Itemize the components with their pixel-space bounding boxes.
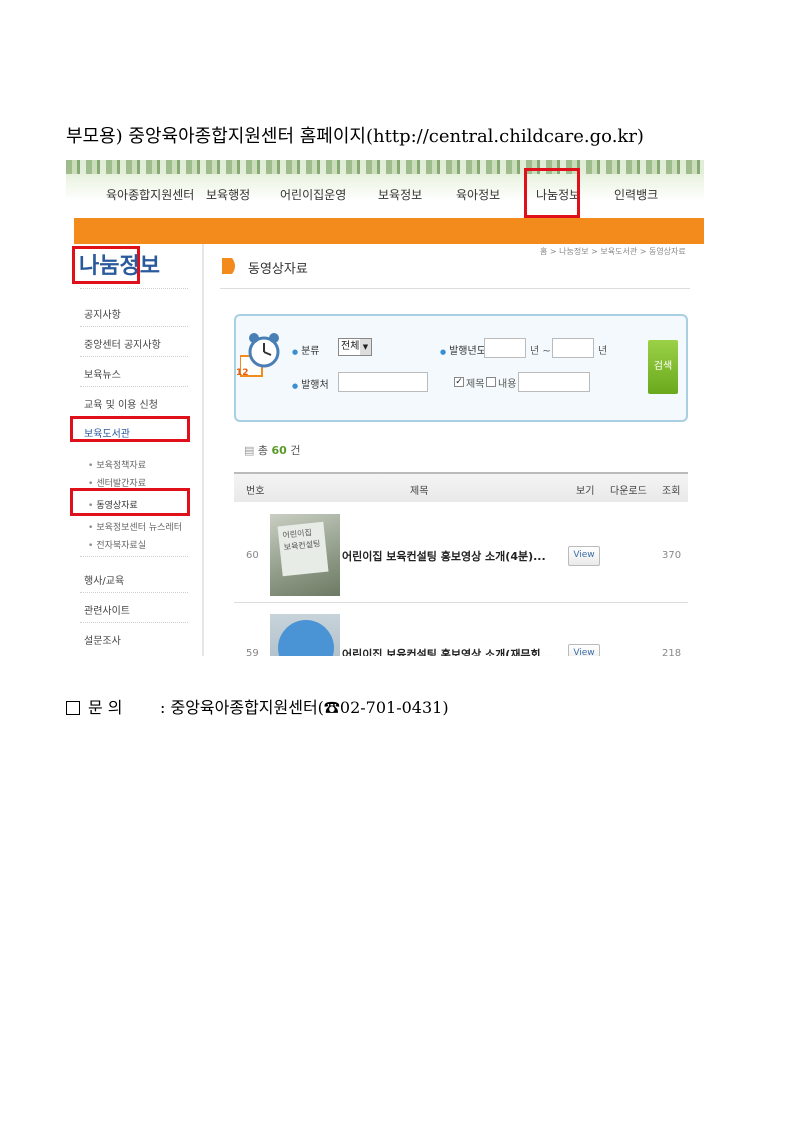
list-icon: ▤ [244,444,258,457]
col-header-number: 번호 [246,486,265,497]
nav-highlight-box [524,168,580,218]
chevron-down-icon: ▼ [360,339,371,355]
category-select-value: 전체 [341,341,360,352]
sidebar-item-education[interactable]: 교육 및 이용 신청 [84,396,158,411]
nav-item-childcare-info[interactable]: 보육정보 [378,186,422,203]
view-button[interactable]: View [568,644,600,656]
col-header-title: 제목 [410,486,429,497]
total-suffix: 건 [290,444,301,457]
year-start-input[interactable] [484,338,526,358]
sidebar-divider-line [80,556,188,558]
row-number: 60 [246,550,259,561]
website-screenshot: 육아종합지원센터 보육행정 어린이집운영 보육정보 육아정보 나눔정보 인력뱅크… [66,160,704,656]
sidebar-divider-line [80,386,188,388]
row-hits: 218 [662,648,682,656]
total-count: ▤ 총 60 건 [244,442,300,458]
view-button[interactable]: View [568,546,600,566]
publisher-label: 발행처 [292,376,329,391]
calendar-number: 12 [236,368,249,378]
nav-item-parenting-info[interactable]: 육아정보 [456,186,500,203]
title-checkbox[interactable]: ✓ [454,377,464,387]
sidebar-divider-line [80,326,188,328]
header-banner: 육아종합지원센터 보육행정 어린이집운영 보육정보 육아정보 나눔정보 인력뱅크 [66,160,704,218]
year-end-input[interactable] [552,338,594,358]
year-unit-start: 년 ~ [530,346,551,357]
category-select[interactable]: 전체 ▼ [338,338,372,356]
nav-item-talent-bank[interactable]: 인력뱅크 [614,186,658,203]
sidebar-divider-line [80,356,188,358]
nav-item-childcare-center[interactable]: 육아종합지원센터 [106,186,194,203]
content-title: 동영상자료 [248,262,308,277]
thumbnail-circle [278,620,334,656]
nav-item-daycare-operation[interactable]: 어린이집운영 [280,186,346,203]
sidebar-divider-line [80,592,188,594]
top-navigation: 육아종합지원센터 보육행정 어린이집운영 보육정보 육아정보 나눔정보 인력뱅크 [74,178,704,218]
content-divider [220,288,690,289]
year-unit-end: 년 [598,346,608,357]
sidebar-divider-line [80,288,188,290]
row-title[interactable]: 어린이집 보육컨설팅 홍보영상 소개(재무회... [342,646,553,656]
total-prefix: 총 [257,444,269,457]
search-panel: 12 분류 전체 ▼ 발행년도 년 ~ 년 발행처 ✓ 제목 내용 검색 [234,314,688,422]
breadcrumb: 홈 > 나눔정보 > 보육도서관 > 동영상자료 [540,247,686,256]
sidebar-item-events[interactable]: 행사/교육 [84,572,124,587]
col-header-view: 보기 [576,486,595,497]
sidebar-subitem-policy[interactable]: 보육정책자료 [88,458,146,471]
library-highlight-box [70,416,190,442]
sidebar-subitem-newsletter[interactable]: 보육정보센터 뉴스레터 [88,520,182,533]
sidebar-divider [202,244,204,656]
orange-arrow-icon [222,258,235,274]
thumbnail-sign: 어린이집 보육컨설팅 [277,521,329,577]
sidebar-item-central-notice[interactable]: 중앙센터 공지사항 [84,336,161,351]
row-number: 59 [246,648,259,656]
sidebar-item-links[interactable]: 관련사이트 [84,602,130,617]
orange-menu-bar [66,218,704,244]
banner-foliage [66,160,704,174]
search-button[interactable]: 검색 [648,340,678,394]
col-header-download: 다운로드 [610,486,647,497]
checkbox-bullet-icon [66,701,80,715]
keyword-input[interactable] [518,372,590,392]
table-header: 번호 제목 보기 다운로드 조회 [234,472,688,502]
contact-label: 문 의 [88,698,123,717]
category-label: 분류 [292,342,319,357]
sidebar-item-survey[interactable]: 설문조사 [84,632,121,647]
row-hits: 370 [662,550,682,561]
contact-line: 문 의 : 중앙육아종합지원센터(☎02-701-0431) [66,694,449,718]
document-caption: 부모용) 중앙육아종합지원센터 홈페이지(http://central.chil… [66,126,644,147]
publisher-input[interactable] [338,372,428,392]
content-checkbox-label: 내용 [498,379,517,390]
sidebar-item-notice[interactable]: 공지사항 [84,306,121,321]
total-number: 60 [271,444,287,457]
video-thumbnail[interactable] [270,614,340,656]
nav-item-admin[interactable]: 보육행정 [206,186,250,203]
sidebar-item-news[interactable]: 보육뉴스 [84,366,121,381]
table-row[interactable]: 60 어린이집 보육컨설팅 어린이집 보육컨설팅 홍보영상 소개(4분)... … [234,504,688,603]
content-checkbox[interactable] [486,377,496,387]
row-title[interactable]: 어린이집 보육컨설팅 홍보영상 소개(4분)... [342,548,546,564]
title-checkbox-label: 제목 [466,379,485,390]
contact-text: : 중앙육아종합지원센터(☎02-701-0431) [160,698,449,717]
table-row[interactable]: 59 어린이집 보육컨설팅 홍보영상 소개(재무회... View 218 [234,604,688,656]
col-header-hits: 조회 [662,486,681,497]
sidebar-subitem-ebook[interactable]: 전자북자료실 [88,538,146,551]
video-thumbnail[interactable]: 어린이집 보육컨설팅 [270,514,340,596]
sidebar-title: 나눔정보 [72,246,160,284]
video-highlight-box [70,488,190,516]
year-label: 발행년도 [440,342,486,357]
sidebar-divider-line [80,622,188,624]
